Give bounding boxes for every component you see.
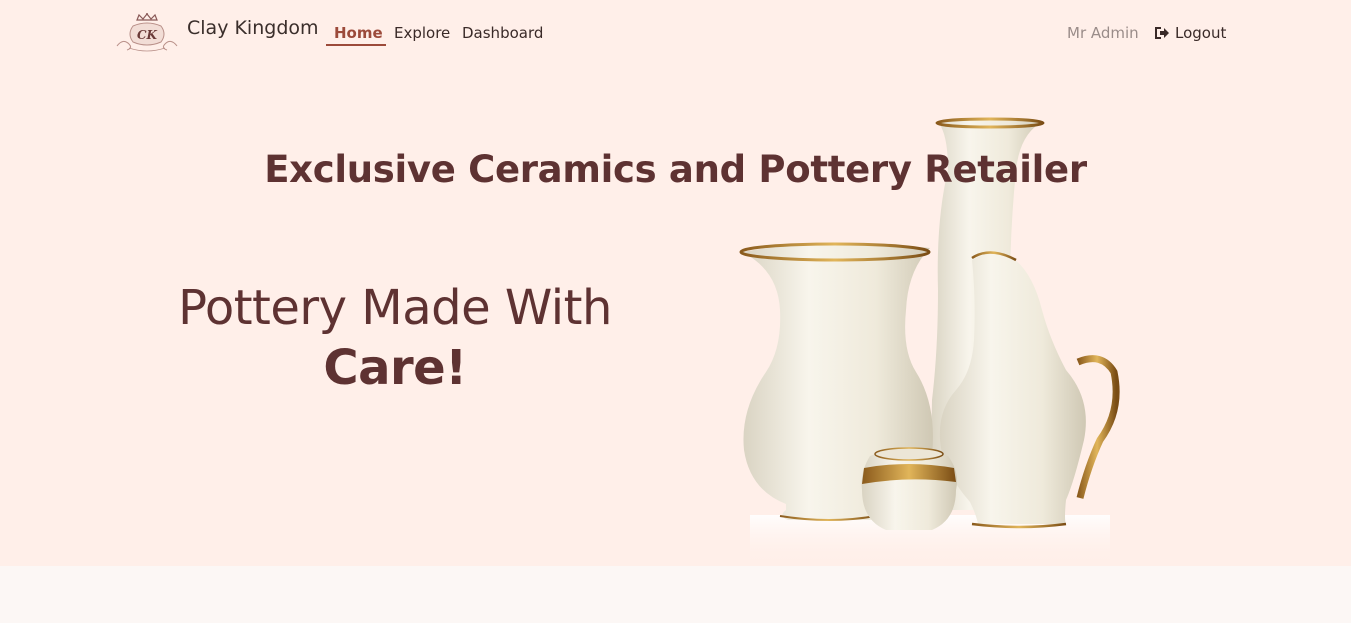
active-link-underline — [326, 44, 386, 46]
logout-label: Logout — [1175, 24, 1227, 42]
headline-line-1: Pottery Made With — [178, 280, 612, 336]
svg-text:CK: CK — [137, 28, 158, 42]
nav-link-explore[interactable]: Explore — [394, 24, 450, 42]
hero-section: CK Clay Kingdom Home Explore Dashboard M… — [0, 0, 1351, 566]
brand-name[interactable]: Clay Kingdom — [187, 17, 319, 39]
user-name: Mr Admin — [1067, 24, 1139, 42]
headline-line-2: Care! — [323, 340, 467, 396]
sign-out-icon — [1155, 27, 1169, 39]
logout-button[interactable]: Logout — [1154, 24, 1226, 42]
content-area — [0, 566, 1351, 623]
hero-headline: Pottery Made With Care! — [160, 278, 630, 398]
navbar: CK Clay Kingdom Home Explore Dashboard M… — [0, 0, 1351, 66]
clay-kingdom-logo[interactable]: CK — [115, 12, 179, 54]
nav-link-home[interactable]: Home — [334, 24, 383, 42]
nav-link-dashboard[interactable]: Dashboard — [462, 24, 543, 42]
hero-tagline: Exclusive Ceramics and Pottery Retailer — [264, 148, 1087, 191]
